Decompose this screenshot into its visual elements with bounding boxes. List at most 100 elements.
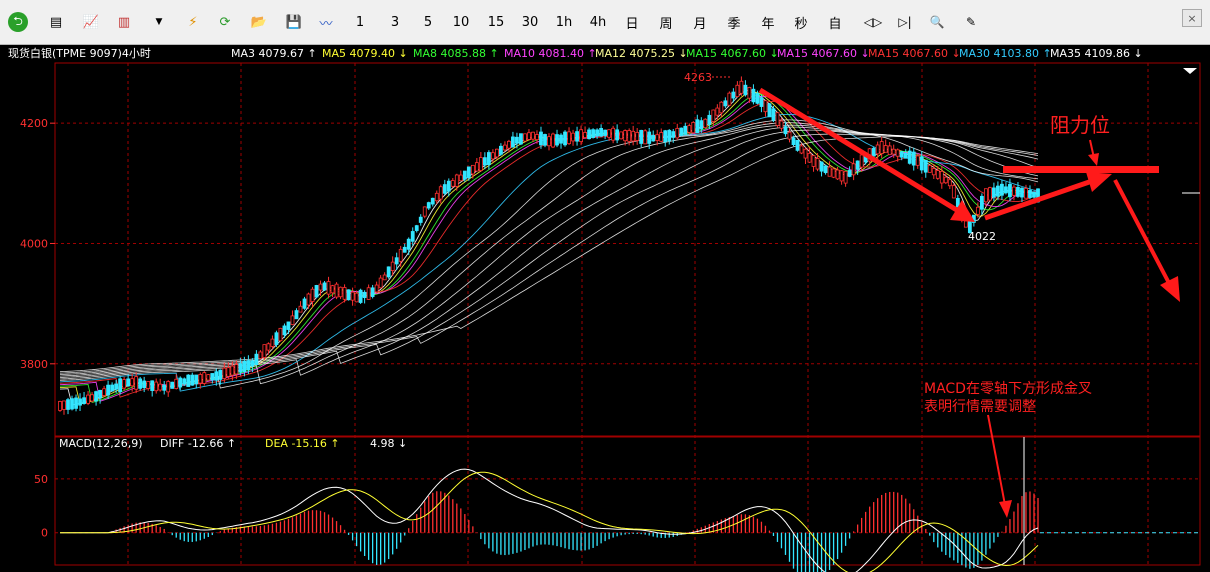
candle-body	[503, 144, 507, 151]
ma-legend-item: MA15 4067.60 ↓	[777, 47, 870, 60]
candle-body	[851, 163, 856, 176]
candle-body	[186, 374, 191, 387]
candle-body	[547, 136, 551, 147]
period-button[interactable]: 10	[446, 10, 476, 34]
candle-body	[430, 197, 435, 205]
search-icon[interactable]: 🔍	[926, 10, 948, 34]
candle-body	[106, 384, 110, 396]
candle-body	[715, 107, 720, 116]
candle-body	[963, 220, 968, 228]
candle-body	[486, 152, 491, 166]
ma-legend: MA3 4079.67 ↑ MA5 4079.40 ↓ MA8 4085.88 ↑ M…	[231, 47, 1143, 60]
period-button[interactable]: 15	[481, 10, 511, 34]
candle-body	[835, 169, 840, 180]
candle-body	[322, 282, 327, 291]
candle-body	[703, 118, 708, 129]
candlestick-icon[interactable]: ▥	[113, 10, 135, 34]
candle-body	[62, 400, 66, 410]
candle-body	[470, 164, 475, 175]
candle-body	[611, 127, 616, 141]
candle-body	[338, 286, 343, 298]
candle-body	[931, 168, 936, 176]
dropdown-arrow-icon[interactable]: ▼	[148, 10, 170, 34]
period-button[interactable]: 周	[651, 10, 681, 34]
list-icon[interactable]: ▤	[45, 10, 67, 34]
candle-body	[699, 120, 704, 130]
toolbar: ⮌ ▤ 📈 ▥ ▼ ⚡ ⟳ 📂 💾 〰 1 3 5 10 15 30 1h 4h 日周月季年秒自 ◁▷ ▷| 🔍 ✎	[0, 0, 1210, 45]
period-button[interactable]: 自	[820, 10, 850, 34]
candle-body	[803, 148, 808, 159]
period-button[interactable]: 30	[515, 10, 545, 34]
panel-collapse-icon[interactable]	[1183, 68, 1197, 74]
macd-tick-label: 0	[41, 527, 48, 540]
zoom-in-out-icon[interactable]: ◁▷	[862, 10, 884, 34]
candle-body	[414, 225, 419, 231]
candle-body	[635, 132, 640, 141]
candle-body	[659, 132, 664, 142]
ma-legend-item: MA10 4081.40 ↑	[504, 47, 597, 60]
candle-body	[879, 141, 884, 154]
candle-body	[595, 129, 599, 137]
back-icon[interactable]: ⮌	[8, 12, 28, 32]
candle-body	[366, 287, 371, 300]
candle-body	[587, 129, 591, 140]
draw-pen-icon[interactable]: ✎	[960, 10, 982, 34]
lightning-icon[interactable]: ⚡	[182, 10, 204, 34]
candle-body	[831, 168, 836, 178]
candle-body	[767, 103, 772, 118]
candle-body	[675, 127, 680, 139]
candle-body	[418, 216, 423, 223]
period-button[interactable]: 日	[617, 10, 647, 34]
period-button[interactable]: 5	[413, 10, 443, 34]
period-button[interactable]: 季	[719, 10, 749, 34]
candle-body	[58, 401, 62, 411]
candle-body	[571, 132, 575, 142]
candle-body	[563, 131, 567, 146]
candle-body	[142, 380, 147, 389]
candle-body	[899, 151, 904, 158]
candle-body	[346, 289, 351, 301]
period-button[interactable]: 月	[685, 10, 715, 34]
candle-body	[390, 261, 395, 271]
candle-body	[126, 378, 131, 387]
candle-body	[683, 125, 688, 135]
candle-body	[687, 125, 692, 133]
macd-lines	[60, 468, 1200, 572]
period-button[interactable]: 年	[753, 10, 783, 34]
period-button[interactable]: 秒	[786, 10, 816, 34]
candle-body	[70, 398, 74, 410]
price-tick-label: 4200	[20, 117, 48, 130]
candle-body	[823, 165, 828, 174]
candle-body	[102, 388, 106, 396]
candle-body	[667, 129, 672, 142]
chart-area[interactable]: 4200 4000 3800 50 0 现货白银(TPME 9097)4小时 MA3 …	[0, 44, 1210, 572]
candle-body	[258, 351, 263, 359]
candle-body	[318, 283, 323, 291]
period-button[interactable]: 4h	[583, 10, 613, 34]
candle-body	[827, 166, 832, 177]
candle-body	[771, 108, 776, 121]
wave-icon[interactable]: 〰	[315, 10, 337, 34]
candle-body	[575, 131, 579, 142]
refresh-icon[interactable]: ⟳	[214, 10, 236, 34]
candle-body	[230, 365, 235, 376]
close-button[interactable]: ×	[1182, 9, 1202, 27]
period-button[interactable]: 1	[345, 10, 375, 34]
candle-body	[482, 157, 487, 166]
candle-body	[438, 186, 443, 200]
period-button[interactable]: 1h	[549, 10, 579, 34]
zoom-step-icon[interactable]: ▷|	[894, 10, 916, 34]
candle-body	[919, 156, 924, 171]
trading-window: ⮌ ▤ 📈 ▥ ▼ ⚡ ⟳ 📂 💾 〰 1 3 5 10 15 30 1h 4h 日周月季年秒自 ◁▷ ▷| 🔍 ✎ × 4…	[0, 0, 1210, 572]
open-folder-icon[interactable]: 📂	[248, 10, 270, 34]
save-icon[interactable]: 💾	[283, 10, 305, 34]
candle-body	[759, 97, 764, 107]
candle-body	[651, 134, 656, 142]
candle-body	[422, 206, 427, 217]
candle-body	[843, 170, 848, 184]
candle-body	[951, 185, 956, 199]
candle-body	[719, 101, 724, 114]
period-button[interactable]: 3	[380, 10, 410, 34]
price-axis: 4200 4000 3800	[20, 117, 55, 371]
line-chart-icon[interactable]: 📈	[80, 10, 102, 34]
